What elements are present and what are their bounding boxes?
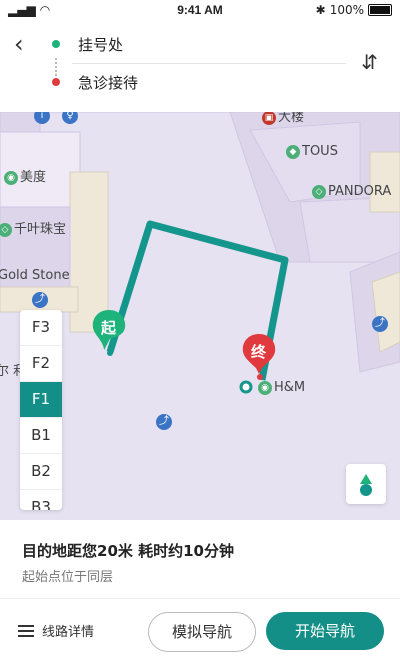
bluetooth-icon: ✱ xyxy=(315,3,326,17)
store-name: 美度 xyxy=(20,170,47,185)
store-meidu-label: ◉ 美度 xyxy=(4,166,46,185)
simulate-navigation-button[interactable]: 模拟导航 xyxy=(148,612,256,652)
floor-b1[interactable]: B1 xyxy=(20,418,62,454)
floor-b2[interactable]: B2 xyxy=(20,454,62,490)
back-icon[interactable]: ‹ xyxy=(14,30,24,58)
escalator-icon: ⤴ xyxy=(32,292,48,308)
floor-f2[interactable]: F2 xyxy=(20,346,62,382)
store-dept-label: ▣ 大楼 xyxy=(262,112,304,125)
start-navigation-button[interactable]: 开始导航 xyxy=(266,612,384,650)
route-info: 目的地距您20米 耗时约10分钟 起始点位于同层 xyxy=(0,520,400,598)
store-name: 大楼 xyxy=(278,112,305,125)
indoor-map[interactable]: i ♀ ⤴ ⤴ ⤴ ▣ 大楼 ◆ TOUS ◇ PANDORA ◉ 美度 ◇ 千叶珠宝 G… xyxy=(0,112,400,520)
origin-field[interactable]: 挂号处 xyxy=(78,34,123,55)
store-icon: ◉ xyxy=(4,170,18,185)
store-tous-label: ◆ TOUS xyxy=(286,144,338,159)
store-name: PANDORA xyxy=(328,184,392,199)
floor-f3[interactable]: F3 xyxy=(20,310,62,346)
store-hm-label: ◉ H&M xyxy=(258,380,305,395)
store-name: 千叶珠宝 xyxy=(14,222,67,237)
escalator-icon: ⤴ xyxy=(156,414,172,430)
origin-dot xyxy=(52,40,60,48)
swap-icon[interactable]: ⇵ xyxy=(361,50,378,74)
status-bar: ▂▄▆ ◠ 9:41 AM ✱ 100% xyxy=(0,0,400,20)
route-details-button[interactable]: 线路详情 xyxy=(18,621,94,640)
store-goldstone-label: Gold Stone xyxy=(0,268,70,283)
route-end-marker xyxy=(239,380,253,394)
route-separator xyxy=(72,63,346,64)
store-name: TOUS xyxy=(302,144,338,159)
floor-f1[interactable]: F1 xyxy=(20,382,62,418)
end-pin-label: 终 xyxy=(251,343,267,361)
floor-b3[interactable]: B3 xyxy=(20,490,62,510)
store-name: H&M xyxy=(274,380,306,395)
start-pin-label: 起 xyxy=(101,319,117,337)
list-icon xyxy=(18,624,34,637)
floor-selector[interactable]: F3 F2 F1 B1 B2 B3 xyxy=(20,310,62,510)
escalator-icon: ⤴ xyxy=(372,316,388,332)
route-connector xyxy=(55,58,59,76)
battery-percent: 100% xyxy=(329,3,364,17)
diamond-icon: ◇ xyxy=(312,184,326,199)
store-icon: ◆ xyxy=(286,144,300,159)
action-bar: 线路详情 模拟导航 开始导航 xyxy=(0,599,400,666)
store-icon: ◉ xyxy=(258,380,272,395)
route-header: ‹ 挂号处 急诊接待 ⇵ xyxy=(0,20,400,112)
route-sub: 起始点位于同层 xyxy=(22,570,114,585)
store-icon: ▣ xyxy=(262,112,276,125)
locate-button[interactable] xyxy=(346,464,386,504)
route-summary: 目的地距您20米 耗时约10分钟 xyxy=(22,542,234,560)
battery-icon xyxy=(368,4,392,16)
destination-field[interactable]: 急诊接待 xyxy=(78,72,138,93)
diamond-icon: ◇ xyxy=(0,222,12,237)
destination-dot xyxy=(52,78,60,86)
store-qianye-label: ◇ 千叶珠宝 xyxy=(0,218,66,237)
origin-point xyxy=(107,350,113,356)
location-icon xyxy=(360,474,372,496)
route-details-label: 线路详情 xyxy=(42,625,95,640)
store-pandora-label: ◇ PANDORA xyxy=(312,184,391,199)
